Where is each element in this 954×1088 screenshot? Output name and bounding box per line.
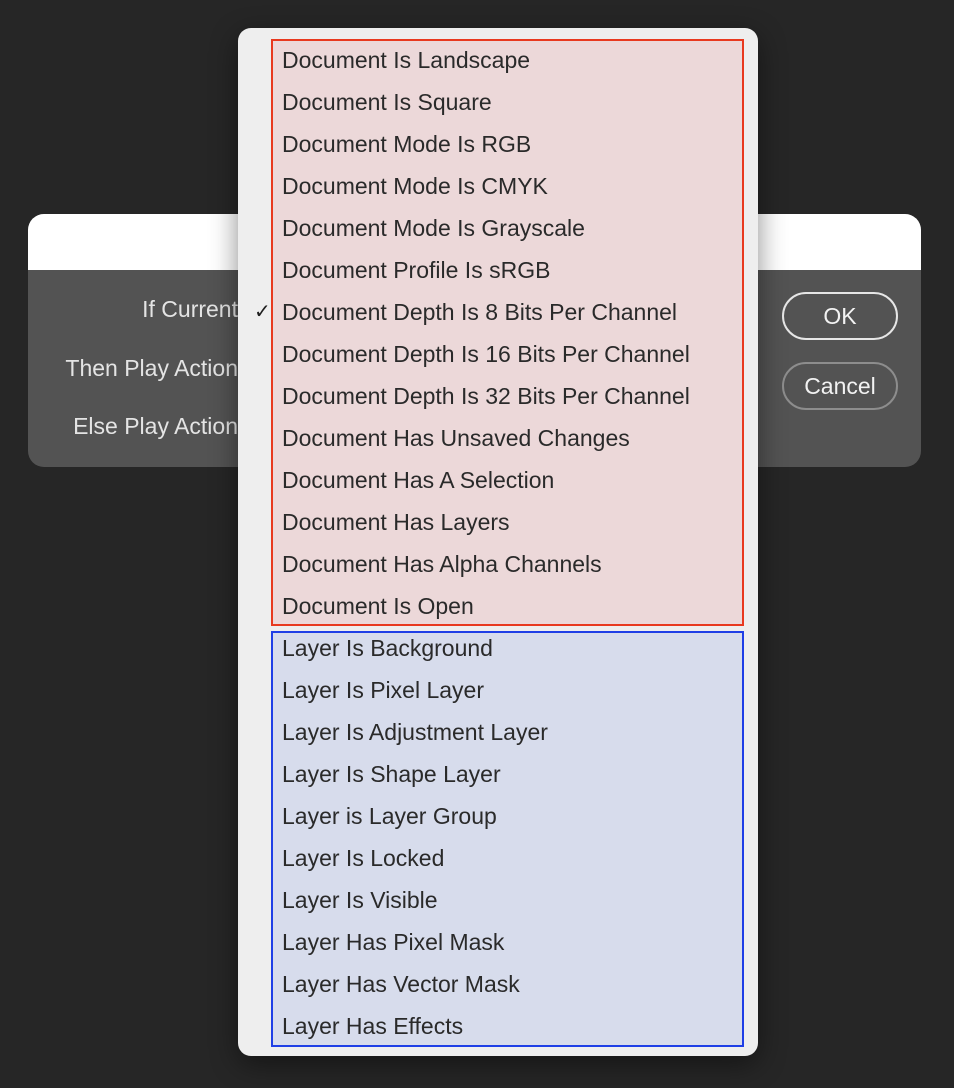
menu-item-label: Document Has Alpha Channels xyxy=(282,551,602,577)
condition-popup-menu: Document Is Landscape Document Is Square D… xyxy=(238,28,758,1056)
menu-item-document[interactable]: Document Mode Is CMYK xyxy=(238,165,758,207)
menu-item-label: Document Depth Is 16 Bits Per Channel xyxy=(282,341,690,367)
menu-item-layer[interactable]: Layer Is Shape Layer xyxy=(238,753,758,795)
menu-item-label: Document Depth Is 8 Bits Per Channel xyxy=(282,299,678,325)
then-play-action-label: Then Play Action xyxy=(65,355,238,381)
menu-item-document[interactable]: ✓ Document Depth Is 8 Bits Per Channel xyxy=(238,291,758,333)
menu-item-document[interactable]: Document Is Open xyxy=(238,585,758,627)
menu-item-document[interactable]: Document Has Unsaved Changes xyxy=(238,417,758,459)
menu-item-label: Document Has A Selection xyxy=(282,467,555,493)
menu-item-label: Document Is Square xyxy=(282,89,492,115)
else-play-action-label: Else Play Action xyxy=(73,413,238,439)
menu-item-label: Layer Is Pixel Layer xyxy=(282,677,484,703)
menu-item-document[interactable]: Document Has A Selection xyxy=(238,459,758,501)
menu-item-layer[interactable]: Layer Has Pixel Mask xyxy=(238,921,758,963)
menu-item-label: Layer Is Background xyxy=(282,635,493,661)
ok-button[interactable]: OK xyxy=(782,292,898,340)
menu-item-document[interactable]: Document Is Landscape xyxy=(238,39,758,81)
checkmark-icon: ✓ xyxy=(254,301,271,323)
menu-item-document[interactable]: Document Mode Is RGB xyxy=(238,123,758,165)
menu-item-label: Document Mode Is Grayscale xyxy=(282,215,585,241)
menu-item-layer[interactable]: Layer Is Locked xyxy=(238,837,758,879)
menu-item-layer[interactable]: Layer is Layer Group xyxy=(238,795,758,837)
menu-item-layer[interactable]: Layer Has Effects xyxy=(238,1005,758,1047)
menu-item-label: Document Is Landscape xyxy=(282,47,531,73)
menu-item-layer[interactable]: Layer Is Adjustment Layer xyxy=(238,711,758,753)
menu-item-label: Document Depth Is 32 Bits Per Channel xyxy=(282,383,690,409)
menu-item-label: Document Profile Is sRGB xyxy=(282,257,551,283)
menu-item-document[interactable]: Document Mode Is Grayscale xyxy=(238,207,758,249)
menu-item-label: Layer Is Visible xyxy=(282,887,438,913)
menu-item-layer[interactable]: Layer Is Pixel Layer xyxy=(238,669,758,711)
menu-item-document[interactable]: Document Depth Is 16 Bits Per Channel xyxy=(238,333,758,375)
menu-item-label: Layer Is Shape Layer xyxy=(282,761,501,787)
menu-item-document[interactable]: Document Profile Is sRGB xyxy=(238,249,758,291)
screen: If Current Then Play Action Else Play Ac… xyxy=(0,0,954,1088)
menu-item-label: Document Has Unsaved Changes xyxy=(282,425,630,451)
menu-item-label: Layer Has Effects xyxy=(282,1013,464,1039)
menu-item-document[interactable]: Document Has Layers xyxy=(238,501,758,543)
menu-item-layer[interactable]: Layer Is Visible xyxy=(238,879,758,921)
menu-item-label: Document Has Layers xyxy=(282,509,510,535)
menu-item-layer[interactable]: Layer Has Vector Mask xyxy=(238,963,758,1005)
if-current-label: If Current xyxy=(142,296,238,322)
menu-item-label: Layer Has Vector Mask xyxy=(282,971,520,997)
menu-item-label: Document Mode Is CMYK xyxy=(282,173,548,199)
menu-item-document[interactable]: Document Has Alpha Channels xyxy=(238,543,758,585)
menu-item-document[interactable]: Document Is Square xyxy=(238,81,758,123)
menu-item-label: Layer Is Locked xyxy=(282,845,445,871)
menu-item-label: Document Mode Is RGB xyxy=(282,131,532,157)
menu-item-label: Layer Is Adjustment Layer xyxy=(282,719,548,745)
condition-menu-list: Document Is Landscape Document Is Square D… xyxy=(238,39,758,1047)
menu-item-label: Layer is Layer Group xyxy=(282,803,497,829)
menu-item-document[interactable]: Document Depth Is 32 Bits Per Channel xyxy=(238,375,758,417)
menu-item-label: Layer Has Pixel Mask xyxy=(282,929,505,955)
menu-item-label: Document Is Open xyxy=(282,593,474,619)
cancel-button[interactable]: Cancel xyxy=(782,362,898,410)
menu-item-layer[interactable]: Layer Is Background xyxy=(238,627,758,669)
